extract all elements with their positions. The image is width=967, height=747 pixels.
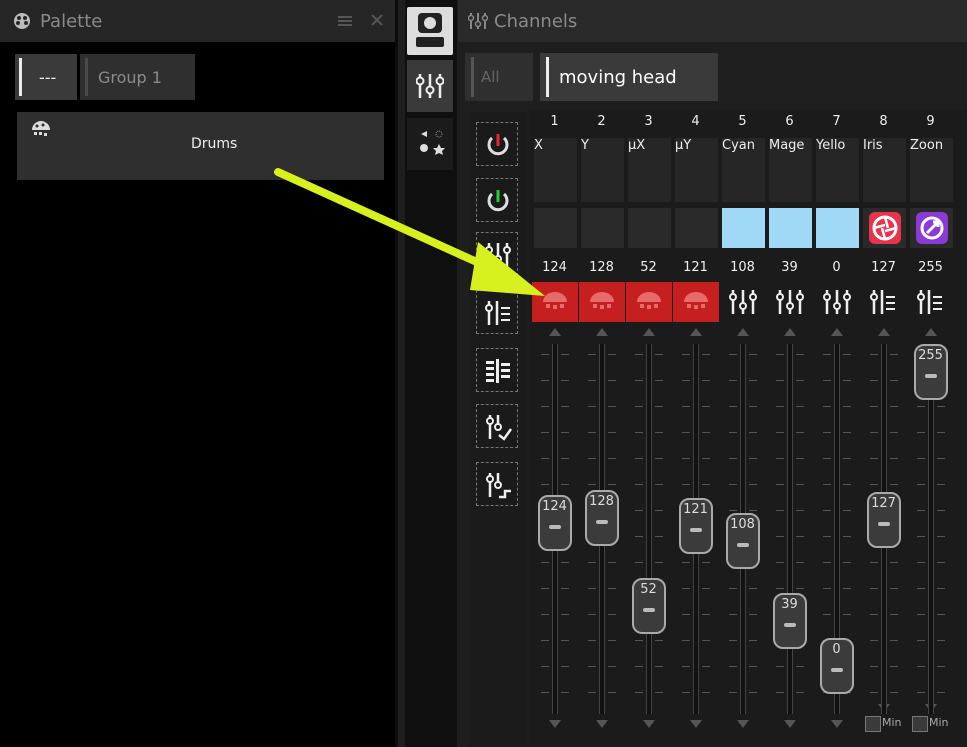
annotation-arrow <box>274 168 545 296</box>
